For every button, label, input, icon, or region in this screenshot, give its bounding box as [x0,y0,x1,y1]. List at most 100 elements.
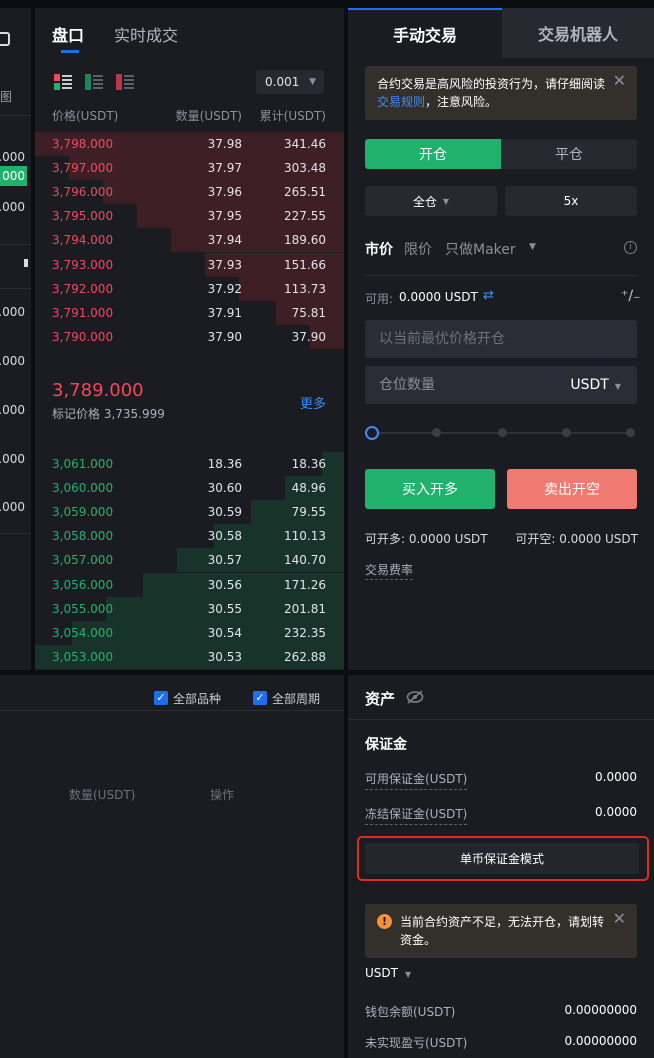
quantity-input[interactable]: 仓位数量 USDT ▼ [365,366,637,404]
quantity: 30.57 [207,553,242,568]
tab-trading-bot[interactable]: 交易机器人 [502,8,654,58]
expand-icon[interactable] [0,32,10,46]
price: 3,061.000 [52,457,114,471]
tab-manual-trade[interactable]: 手动交易 [348,10,502,58]
slider-mark-25[interactable] [432,428,441,437]
quantity: 30.60 [207,481,242,496]
unrealized-pnl-label: 未实现盈亏(USDT) [365,1036,468,1050]
order-type-limit[interactable]: 限价 [404,239,432,259]
quantity: 18.36 [207,457,242,471]
ask-row[interactable]: 3,794.000 37.94 189.60 [35,228,344,253]
quantity: 37.96 [207,185,242,200]
header-total: 累计(USDT) [259,109,326,123]
frozen-margin-label: 冻结保证金(USDT) [365,805,468,825]
quantity-unit-select[interactable]: USDT ▼ [570,366,621,406]
checkbox-all-periods[interactable]: ✓ [253,691,267,705]
divider [0,533,31,534]
total: 151.66 [284,257,326,272]
left-value: .000 [0,452,25,466]
order-type-market[interactable]: 市价 [365,239,393,259]
left-value: .000 [0,200,25,214]
more-link[interactable]: 更多 [300,393,326,412]
available-margin-label: 可用保证金(USDT) [365,770,468,790]
can-open-long: 可开多: 0.0000 USDT [365,532,488,546]
quantity: 30.53 [207,649,242,664]
buy-long-button[interactable]: 买入开多 [365,469,495,509]
available-margin-value: 0.0000 [595,770,637,784]
quantity: 37.93 [207,257,242,272]
sort-icon[interactable] [24,259,28,267]
price: 3,798.000 [52,137,114,151]
slider-mark-100[interactable] [626,428,635,437]
ask-row[interactable]: 3,797.000 37.97 303.48 [35,156,344,181]
quantity: 37.98 [207,137,242,151]
tab-recent-trades[interactable]: 实时成交 [114,22,178,46]
price: 3,058.000 [52,529,114,544]
margin-mode-select[interactable]: 全仓 ▼ [365,186,497,216]
bid-row[interactable]: 3,060.000 30.60 48.96 [35,476,344,501]
price: 3,796.000 [52,185,114,200]
bid-row[interactable]: 3,058.000 30.58 110.13 [35,524,344,549]
trade-rules-link[interactable]: 交易规则 [377,95,425,109]
bid-row[interactable]: 3,061.000 18.36 18.36 [35,452,344,476]
tab-orderbook[interactable]: 盘口 [52,22,84,46]
depth-both-icon[interactable] [54,74,72,90]
last-price: 3,789.000 [52,380,144,401]
filter-all-symbols[interactable]: 全部品种 [173,690,221,707]
depth-asks-icon[interactable] [116,74,134,90]
transfer-icon[interactable]: ⇄ [483,288,494,303]
close-icon[interactable]: ✕ [613,72,626,90]
depth-bids-icon[interactable] [85,74,103,90]
slider-handle[interactable] [365,426,379,440]
filter-all-periods[interactable]: 全部周期 [272,690,320,707]
precision-select[interactable]: 0.001 ▼ [256,70,324,94]
quantity-placeholder: 仓位数量 [379,377,435,393]
unrealized-pnl-value: 0.00000000 [564,1034,637,1048]
close-icon[interactable]: ✕ [613,910,626,928]
info-icon[interactable]: i [624,241,637,254]
price: 3,794.000 [52,233,114,248]
calculator-icon[interactable]: ⁺∕₋ [621,288,641,304]
quantity: 30.59 [207,505,242,520]
fee-rate-link[interactable]: 交易费率 [365,561,414,580]
single-currency-margin-button[interactable]: 单币保证金模式 [365,843,639,874]
chevron-down-icon[interactable]: ▼ [529,242,536,252]
ask-row[interactable]: 3,796.000 37.96 265.51 [35,180,344,205]
tab-underline [61,50,79,53]
slider-mark-50[interactable] [498,428,507,437]
margin-section-title: 保证金 [365,737,407,753]
chart-panel-left: 图 .000 000 .000 .000 .000 .000 .000 .000 [0,8,31,670]
bid-row[interactable]: 3,055.000 30.55 201.81 [35,596,344,621]
total: 171.26 [284,577,326,592]
ask-row[interactable]: 3,792.000 37.92 113.73 [35,276,344,301]
ask-row[interactable]: 3,791.000 37.91 75.81 [35,300,344,325]
precision-value: 0.001 [265,75,300,89]
checkbox-all-symbols[interactable]: ✓ [154,691,168,705]
total: 303.48 [284,161,326,176]
leverage-button[interactable]: 5x [505,186,637,216]
notice-text: 合约交易是高风险的投资行为，请仔细阅读 [377,77,606,91]
currency-select[interactable]: USDT ▼ [365,966,411,980]
total: 227.55 [284,209,326,224]
order-type-maker[interactable]: 只做Maker [445,239,516,259]
mark-price: 标记价格 3,735.999 [52,407,165,421]
price-input[interactable]: 以当前最优价格开仓 [365,320,637,358]
bid-row[interactable]: 3,059.000 30.59 79.55 [35,500,344,525]
bid-row[interactable]: 3,057.000 30.57 140.70 [35,548,344,573]
price: 3,793.000 [52,257,114,272]
bid-row[interactable]: 3,056.000 30.56 171.26 [35,572,344,597]
ask-row[interactable]: 3,790.000 37.90 37.90 [35,324,344,349]
price: 3,791.000 [52,305,114,320]
total: 189.60 [284,233,326,248]
assets-panel: 资产 保证金 可用保证金(USDT) 0.0000 冻结保证金(USDT) 0.… [348,675,654,1058]
ask-row[interactable]: 3,795.000 37.95 227.55 [35,204,344,229]
eye-off-icon[interactable] [406,689,424,704]
bid-row[interactable]: 3,053.000 30.53 262.88 [35,644,344,669]
slider-mark-75[interactable] [562,428,571,437]
ask-row[interactable]: 3,798.000 37.98 341.46 [35,132,344,156]
sell-short-button[interactable]: 卖出开空 [507,469,637,509]
ask-row[interactable]: 3,793.000 37.93 151.66 [35,252,344,277]
tab-close[interactable]: 平仓 [501,139,637,169]
tab-open[interactable]: 开仓 [365,139,501,169]
bid-row[interactable]: 3,054.000 30.54 232.35 [35,620,344,645]
